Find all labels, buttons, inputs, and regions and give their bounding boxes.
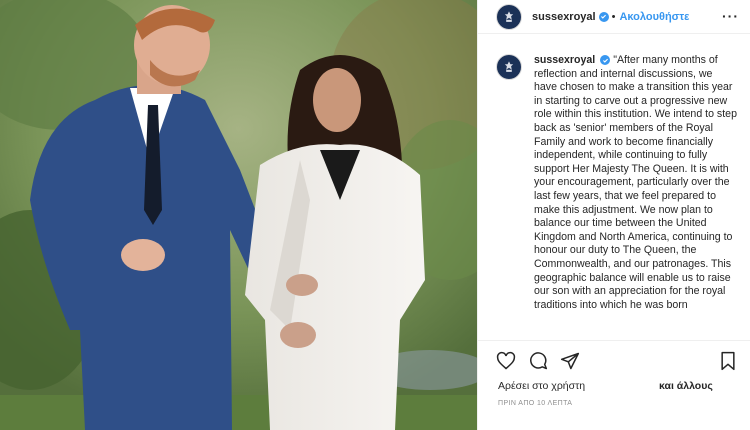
post-header: sussexroyal • Ακολουθήστε ···: [478, 0, 750, 34]
share-icon[interactable]: [560, 351, 580, 376]
post-caption: sussexroyal "After many months of reflec…: [478, 34, 750, 340]
more-options-button[interactable]: ···: [722, 8, 739, 24]
header-username[interactable]: sussexroyal: [532, 11, 596, 23]
caption-text-block: sussexroyal "After many months of reflec…: [534, 54, 737, 340]
action-icons: [496, 351, 580, 376]
post-actions: Αρέσει στο χρήστη και άλλους ΠΡΙΝ ΑΠΟ 10…: [478, 340, 750, 430]
crest-icon[interactable]: [496, 3, 522, 30]
header-separator: •: [611, 10, 616, 23]
likes-line: Αρέσει στο χρήστη και άλλους: [498, 380, 738, 392]
verified-badge-icon: [598, 11, 609, 22]
comment-icon[interactable]: [528, 351, 548, 376]
follow-button[interactable]: Ακολουθήστε: [619, 11, 689, 23]
caption-body: "After many months of reflection and int…: [534, 54, 737, 311]
liked-by-label: Αρέσει στο χρήστη: [498, 380, 586, 392]
verified-badge-icon: [600, 55, 611, 66]
couple-photo-illustration: [0, 0, 477, 430]
post-side-panel: sussexroyal • Ακολουθήστε ··· sussexroya…: [477, 0, 750, 430]
post-photo[interactable]: [0, 0, 477, 430]
post-timestamp: ΠΡΙΝ ΑΠΟ 10 ΛΕΠΤΑ: [498, 400, 573, 407]
heart-icon[interactable]: [496, 351, 516, 376]
and-others-link[interactable]: και άλλους: [659, 380, 713, 392]
crest-icon[interactable]: [496, 54, 522, 80]
bookmark-icon[interactable]: [719, 351, 737, 376]
caption-username[interactable]: sussexroyal: [534, 54, 595, 66]
